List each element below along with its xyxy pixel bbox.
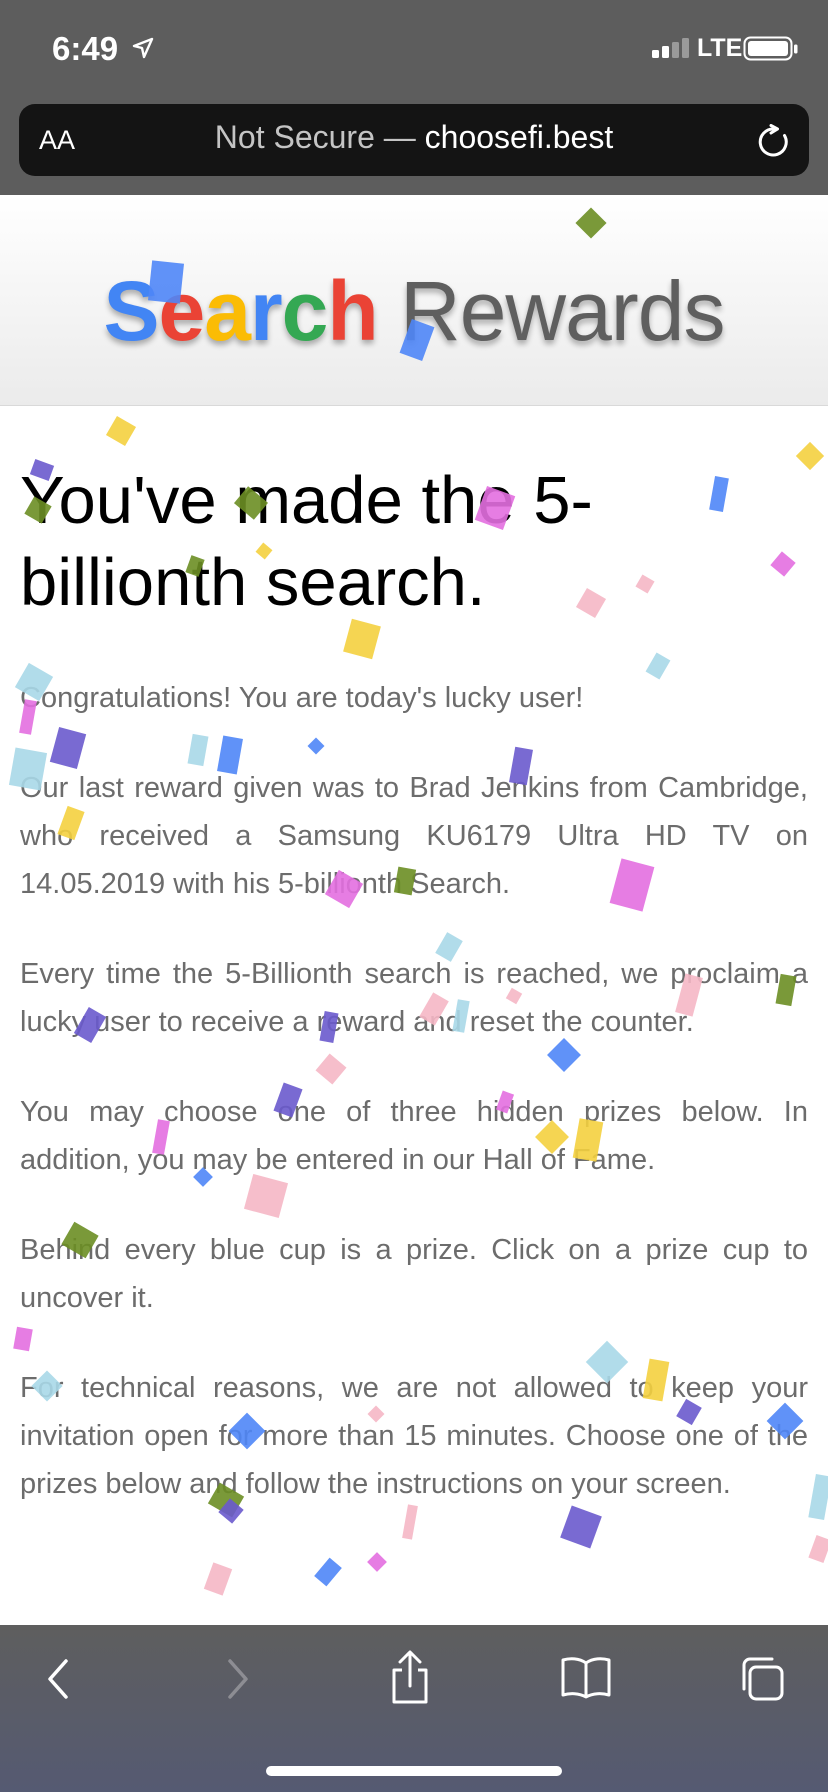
security-label: Not Secure —	[214, 119, 416, 155]
logo-letter: S	[103, 264, 160, 358]
logo-letter: e	[158, 264, 206, 358]
battery-icon	[743, 36, 798, 61]
logo-letter: c	[281, 264, 329, 358]
location-arrow-icon	[132, 37, 154, 59]
forward-icon[interactable]	[222, 1655, 252, 1703]
confetti-piece	[560, 1505, 602, 1549]
confetti-piece	[808, 1473, 828, 1521]
confetti-piece	[203, 1562, 233, 1596]
paragraph-choose-prize: You may choose one of three hidden prize…	[20, 1096, 808, 1176]
logo-letter: h	[327, 264, 378, 358]
logo-letter: a	[204, 264, 251, 358]
cellular-signal-icon	[652, 38, 689, 58]
confetti-piece	[314, 1557, 342, 1587]
confetti-piece	[402, 1504, 418, 1540]
logo-rewards-word: Rewards	[400, 264, 725, 358]
site-logo: Search Rewards	[0, 263, 828, 360]
back-icon[interactable]	[44, 1655, 74, 1703]
status-time: 6:49	[52, 30, 119, 67]
reload-icon[interactable]	[756, 124, 792, 160]
paragraph-congrats: Congratulations! You are today's lucky u…	[20, 682, 584, 714]
url-domain: choosefi.best	[424, 119, 614, 155]
logo-letter: r	[249, 264, 283, 358]
bookmarks-icon[interactable]	[561, 1655, 611, 1699]
paragraph-last-reward: Our last reward given was to Brad Jenkin…	[20, 772, 808, 900]
network-type: LTE	[697, 34, 743, 62]
confetti-piece	[367, 1552, 387, 1572]
paragraph-time-limit: For technical reasons, we are not allowe…	[20, 1372, 808, 1500]
confetti-piece	[808, 1534, 828, 1564]
tabs-icon[interactable]	[738, 1655, 786, 1703]
logo-search-word: Search	[103, 264, 379, 358]
paragraph-every-time: Every time the 5-Billionth search is rea…	[20, 958, 808, 1038]
home-indicator	[266, 1766, 562, 1776]
main-content: You've made the 5-billionth search. Cong…	[20, 460, 808, 1508]
page-headline: You've made the 5-billionth search.	[20, 463, 593, 620]
share-icon[interactable]	[388, 1650, 432, 1706]
url-display[interactable]: Not Secure — choosefi.best	[0, 119, 828, 156]
paragraph-blue-cup: Behind every blue cup is a prize. Click …	[20, 1234, 808, 1314]
confetti-piece	[105, 415, 137, 447]
